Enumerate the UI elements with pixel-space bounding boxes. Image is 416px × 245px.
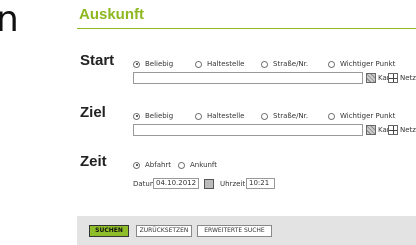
zuruecksetzen-button[interactable]: ZURÜCKSETZEN — [136, 225, 192, 237]
radio-checked-icon[interactable] — [133, 161, 140, 169]
suchen-button[interactable]: SUCHEN — [89, 225, 129, 237]
radio-checked-icon[interactable] — [133, 112, 140, 120]
radio-icon[interactable] — [195, 112, 202, 120]
map-icon — [366, 125, 376, 135]
datum-input[interactable]: 04.10.2012 — [153, 178, 199, 189]
calendar-icon[interactable] — [204, 179, 214, 189]
radio-icon[interactable] — [261, 112, 268, 120]
ziel-option-beliebig[interactable]: Beliebig — [133, 112, 173, 120]
radio-icon[interactable] — [195, 60, 202, 68]
zeit-option-ankunft[interactable]: Ankunft — [178, 161, 217, 169]
ziel-input[interactable] — [133, 124, 363, 136]
zeit-option-abfahrt[interactable]: Abfahrt — [133, 161, 171, 169]
network-plan-icon — [388, 125, 398, 135]
map-icon — [366, 73, 376, 83]
ziel-netzplan-link[interactable]: Netzplan — [388, 125, 416, 135]
ziel-option-wichtiger-punkt[interactable]: Wichtiger Punkt — [328, 112, 395, 120]
start-label: Start — [80, 52, 115, 69]
radio-checked-icon[interactable] — [133, 60, 140, 68]
page-title: Auskunft — [79, 6, 144, 23]
cropped-edge-text: n — [0, 0, 19, 40]
start-option-strasse[interactable]: Straße/Nr. — [261, 60, 308, 68]
uhrzeit-label: Uhrzeit — [220, 180, 246, 188]
start-option-haltestelle[interactable]: Haltestelle — [195, 60, 244, 68]
radio-icon[interactable] — [178, 161, 185, 169]
start-input[interactable] — [133, 72, 363, 84]
ziel-label: Ziel — [80, 104, 106, 121]
radio-icon[interactable] — [328, 112, 335, 120]
start-netzplan-link[interactable]: Netzplan — [388, 73, 416, 83]
start-option-wichtiger-punkt[interactable]: Wichtiger Punkt — [328, 60, 395, 68]
ziel-option-haltestelle[interactable]: Haltestelle — [195, 112, 244, 120]
title-divider — [77, 28, 416, 29]
start-option-beliebig[interactable]: Beliebig — [133, 60, 173, 68]
ziel-option-strasse[interactable]: Straße/Nr. — [261, 112, 308, 120]
radio-icon[interactable] — [328, 60, 335, 68]
uhrzeit-input[interactable]: 10:21 — [246, 178, 275, 189]
erweiterte-suche-button[interactable]: ERWEITERTE SUCHE — [197, 225, 272, 237]
network-plan-icon — [388, 73, 398, 83]
radio-icon[interactable] — [261, 60, 268, 68]
zeit-label: Zeit — [80, 153, 107, 170]
